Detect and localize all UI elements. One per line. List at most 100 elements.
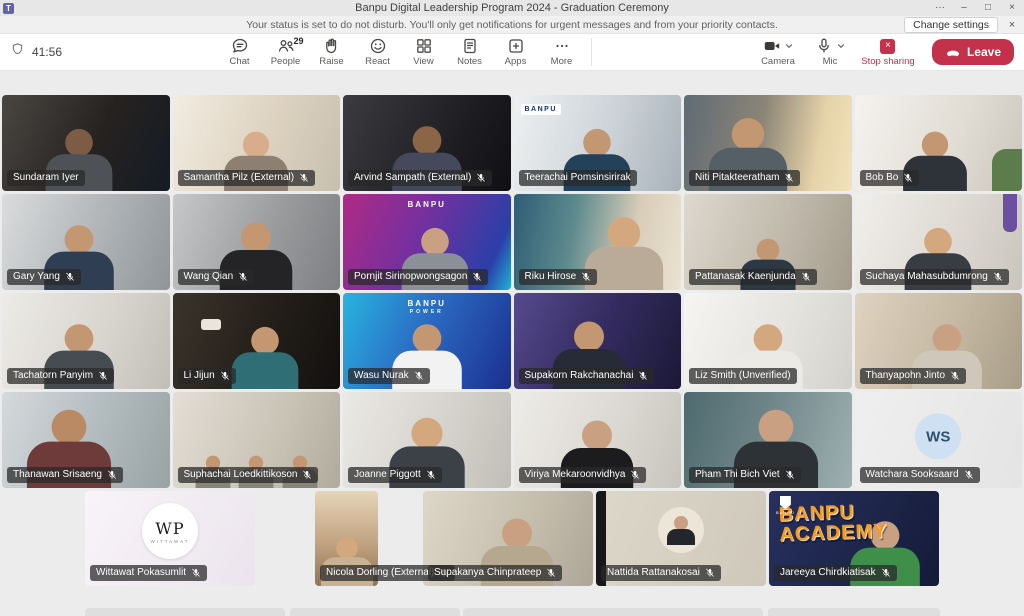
toolbar-chat-button[interactable]: Chat (217, 34, 263, 70)
participant-tile[interactable]: Tachatorn Panyim (2, 293, 170, 389)
react-icon (368, 37, 388, 55)
chevron-down-icon[interactable] (785, 37, 793, 55)
silhouette-head (251, 327, 279, 355)
toolbar-react-button[interactable]: React (355, 34, 401, 70)
participant-name-pill: Viriya Mekaroonvidhya (519, 467, 647, 483)
participant-tile[interactable]: BANPU Pornjit Sirinopwongsagon (343, 194, 511, 290)
toolbar-view-label: View (413, 56, 433, 67)
change-settings-button[interactable]: Change settings (904, 17, 998, 33)
participant-tile[interactable]: BANPUPOWER Wasu Nurak (343, 293, 511, 389)
close-button[interactable]: × (1000, 0, 1024, 16)
titlebar-more-button[interactable]: ··· (928, 0, 952, 16)
mic-off-icon (472, 272, 482, 282)
silhouette-head (421, 228, 449, 256)
participant-tile[interactable]: Thanyapohn Jinto (855, 293, 1023, 389)
toolbar-stop-sharing-button[interactable]: ×Stop sharing (856, 34, 920, 70)
participant-name-pill: Liz Smith (Unverified) (689, 368, 797, 384)
maximize-button[interactable]: □ (976, 0, 1000, 16)
window-title: Banpu Digital Leadership Program 2024 - … (0, 0, 1024, 16)
video-gallery: Sundaram Iyer Samantha Pilz (External) A… (0, 71, 1024, 616)
participant-tile[interactable]: Samantha Pilz (External) (173, 95, 341, 191)
silhouette-head (759, 410, 794, 445)
participant-tile[interactable]: Viriya Mekaroonvidhya (514, 392, 682, 488)
participant-tile[interactable]: Riku Hirose (514, 194, 682, 290)
participant-name: Supakorn Rakchanachai (525, 370, 634, 381)
participant-name-pill: Li Jijun (178, 368, 236, 384)
banner-close-icon[interactable]: × (1004, 19, 1020, 31)
participant-tile[interactable]: Pham Thi Bich Viet (684, 392, 852, 488)
participant-tile[interactable]: WS Watchara Sooksaard (855, 392, 1023, 488)
toolbar-raise-button[interactable]: Raise (309, 34, 355, 70)
participant-tile[interactable]: Nicola Dorling (External) (315, 491, 378, 586)
leave-phone-icon (945, 43, 961, 62)
participant-name-pill: Samantha Pilz (External) (178, 170, 316, 186)
participant-tile[interactable]: Gary Yang (2, 194, 170, 290)
initials-avatar: WS (915, 413, 961, 459)
silhouette-head (924, 228, 952, 256)
chevron-down-icon[interactable] (837, 37, 845, 55)
participant-tile[interactable]: Thanawan Srisaeng (2, 392, 170, 488)
mic-icon (814, 37, 834, 55)
participant-tile[interactable]: BANPU Teerachai Pomsinsirirak (514, 95, 682, 191)
participant-tile[interactable]: WPWITTAWAT Wittawat Pokasumlit (85, 491, 255, 586)
participant-tile[interactable]: BANPUACADEMYBANPU Jareeya Chirdkiatisak (769, 491, 939, 586)
participant-tile[interactable]: Supakanya Chinprateep (423, 491, 593, 586)
mic-off-icon (630, 470, 640, 480)
participant-name: Niti Pitakteeratham (695, 172, 779, 183)
toolbar-view-button[interactable]: View (401, 34, 447, 70)
silhouette-head (932, 324, 961, 353)
toolbar-mic-button[interactable]: Mic (804, 34, 856, 70)
participant-name-pill: Teerachai Pomsinsirirak (519, 170, 637, 186)
toolbar-notes-button[interactable]: Notes (447, 34, 493, 70)
participant-tile[interactable]: Niti Pitakteeratham (684, 95, 852, 191)
participant-name-pill: Niti Pitakteeratham (689, 170, 800, 186)
participant-tile[interactable]: Wang Qian (173, 194, 341, 290)
toolbar-camera-label: Camera (761, 56, 795, 67)
minimize-button[interactable]: – (952, 0, 976, 16)
video-grid-row: Tachatorn Panyim Li Jijun BANPUPOWER Was… (2, 293, 1022, 389)
participant-name: Wittawat Pokasumlit (96, 567, 186, 578)
leave-button[interactable]: Leave (932, 39, 1014, 65)
silhouette-head (65, 225, 94, 254)
participant-name: Sundaram Iyer (13, 172, 79, 183)
video-grid-row: Thanawan Srisaeng Suphachai Loedkittikos… (2, 392, 1022, 488)
logo-avatar-initials: WP (155, 519, 184, 538)
toolbar-people-button[interactable]: People29 (263, 34, 309, 70)
participant-tile[interactable]: Suphachai Loedkittikoson (173, 392, 341, 488)
participant-tile[interactable]: Pattanasak Kaenjunda (684, 194, 852, 290)
participant-tile[interactable]: Li Jijun (173, 293, 341, 389)
participant-name-pill: Tachatorn Panyim (7, 368, 114, 384)
mic-off-icon (107, 470, 117, 480)
banpu-logo: BANPU (343, 200, 511, 210)
toolbar-apps-button[interactable]: Apps (493, 34, 539, 70)
toolbar-more-label: More (551, 56, 573, 67)
participant-name: Teerachai Pomsinsirirak (525, 172, 631, 183)
participant-tile[interactable]: Joanne Piggott (343, 392, 511, 488)
notes-icon (460, 37, 480, 55)
participant-name: Riku Hirose (525, 271, 577, 282)
participant-name-pill: Jareeya Chirdkiatisak (774, 565, 897, 581)
participant-name: Pham Thi Bich Viet (695, 469, 780, 480)
participant-tile[interactable]: Suchaya Mahasubdumrong (855, 194, 1023, 290)
toolbar-camera-button[interactable]: Camera (752, 34, 804, 70)
toolbar-divider (591, 38, 592, 66)
silhouette-head (574, 322, 604, 352)
toolbar-more-button[interactable]: More (539, 34, 585, 70)
silhouette-head (583, 129, 611, 157)
participant-tile[interactable]: Liz Smith (Unverified) (684, 293, 852, 389)
toolbar-people-label: People (271, 56, 301, 67)
participant-name-pill: Pham Thi Bich Viet (689, 467, 801, 483)
participant-name-pill: Bob Bo (860, 170, 920, 186)
participant-tile[interactable]: Supakorn Rakchanachai (514, 293, 682, 389)
toolbar-notes-label: Notes (457, 56, 482, 67)
participant-tile[interactable]: Bob Bo (855, 95, 1023, 191)
toolbar-react-label: React (365, 56, 390, 67)
raise-icon (322, 37, 342, 55)
participant-tile[interactable]: Arvind Sampath (External) (343, 95, 511, 191)
silhouette-head (243, 132, 269, 158)
silhouette-head (502, 519, 532, 549)
participant-tile[interactable]: Sundaram Iyer (2, 95, 170, 191)
video-grid-row: Sundaram Iyer Samantha Pilz (External) A… (2, 95, 1022, 191)
participant-tile[interactable]: Nattida Rattanakosai (596, 491, 766, 586)
leave-label: Leave (967, 45, 1001, 59)
